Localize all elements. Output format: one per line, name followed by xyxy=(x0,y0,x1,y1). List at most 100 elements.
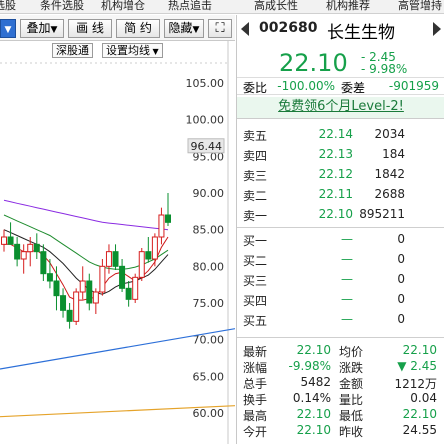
fullscreen-icon[interactable]: ⛶ xyxy=(208,19,232,38)
stock-name: 长生生物 xyxy=(327,23,395,43)
stat-value: 1212万 xyxy=(394,377,437,391)
order-row-sell3: 卖三 22.12 1842 xyxy=(237,165,444,185)
stats-divider xyxy=(237,337,444,338)
candle-body xyxy=(27,243,34,253)
level2-promo-link[interactable]: 免费领6个月Level-2! xyxy=(237,97,444,119)
next-stock-icon[interactable] xyxy=(433,22,441,36)
y-tick-label: 80.00 xyxy=(193,260,225,273)
weicha-value: -901959 xyxy=(388,79,439,93)
order-row-sell2: 卖二 22.11 2688 xyxy=(237,185,444,205)
hide-label: 隐藏 xyxy=(168,21,193,35)
stat-label: 涨跌 xyxy=(339,361,364,375)
candle-body xyxy=(99,265,106,293)
candle-body xyxy=(46,273,53,282)
order-price: 22.12 xyxy=(318,167,353,181)
order-label: 买二 xyxy=(243,254,268,268)
chevron-down-icon: ▼ xyxy=(50,25,58,35)
order-label: 卖四 xyxy=(243,149,268,163)
order-label: 买三 xyxy=(243,274,268,288)
price-summary: 22.10 - 2.45 - 9.98% xyxy=(237,43,444,77)
stats-row: 换手 0.14% 量比 0.04 xyxy=(237,391,444,407)
candle-body xyxy=(105,251,112,267)
order-row-buy5: 买五 — 0 xyxy=(237,310,444,330)
candle-body xyxy=(119,265,126,289)
hide-button[interactable]: 隐藏▼ xyxy=(164,19,204,38)
order-row-sell1: 卖一 22.10 895211 xyxy=(237,205,444,225)
current-price-label: 96.44 xyxy=(191,140,223,153)
chevron-down-icon: ▼ xyxy=(150,47,159,56)
chevron-down-icon: ▼ xyxy=(4,25,12,35)
y-tick-label: 60.00 xyxy=(193,407,225,420)
stat-label: 今开 xyxy=(243,425,268,439)
stat-label: 总手 xyxy=(243,377,268,391)
candle-body xyxy=(73,291,80,322)
order-price: — xyxy=(341,232,353,246)
candle-body xyxy=(145,251,152,260)
menu-item-gaochengzhang[interactable]: 高成长性 xyxy=(254,0,298,13)
order-price: — xyxy=(341,312,353,326)
order-label: 卖三 xyxy=(243,169,268,183)
candle-body xyxy=(79,280,86,293)
order-volume: 0 xyxy=(397,272,405,286)
order-volume: 2034 xyxy=(374,127,405,141)
order-price: — xyxy=(341,272,353,286)
order-label: 卖一 xyxy=(243,209,268,223)
kline-chart-area[interactable]: 105.00 100.00 95.00 90.00 85.00 80.00 75.00 70.… xyxy=(0,41,235,444)
stat-value: 5482 xyxy=(300,375,331,389)
top-menu-bar: 选股 条件选股 机构增仓 热点追击 高成长性 机构推荐 高管增持 xyxy=(0,0,444,14)
order-volume: 184 xyxy=(382,147,405,161)
stat-value: 22.10 xyxy=(296,407,331,421)
shenzhen-connect-button[interactable]: 深股通 xyxy=(52,43,93,58)
candle-body xyxy=(14,243,21,260)
prev-stock-icon[interactable] xyxy=(241,22,249,36)
current-price: 22.10 xyxy=(279,49,348,77)
stat-label: 昨收 xyxy=(339,425,364,439)
stat-value: 0.14% xyxy=(292,391,331,405)
order-price: 22.13 xyxy=(318,147,353,161)
stat-label: 最新 xyxy=(243,345,268,359)
candle-body xyxy=(112,251,119,267)
overlay-button[interactable]: 叠加▼ xyxy=(20,19,64,38)
candle-body xyxy=(53,280,60,297)
ma-setting-label: 设置均线 xyxy=(106,44,150,57)
stats-row: 最高 22.10 最低 22.10 xyxy=(237,407,444,423)
weicha-label: 委差 xyxy=(341,81,366,95)
order-price: — xyxy=(341,252,353,266)
candle-body xyxy=(132,276,139,300)
stat-value: 0.04 xyxy=(410,391,437,405)
menu-item-tiaojian[interactable]: 条件选股 xyxy=(40,0,84,13)
stat-value: 22.10 xyxy=(296,423,331,437)
order-volume: 0 xyxy=(397,312,405,326)
stats-row: 今开 22.10 昨收 24.55 xyxy=(237,423,444,439)
overlay-label: 叠加 xyxy=(26,21,51,35)
order-row-buy3: 买三 — 0 xyxy=(237,270,444,290)
ma-setting-button[interactable]: 设置均线 ▼ xyxy=(102,43,163,58)
kline-chart[interactable]: 105.00100.0095.0090.0085.0080.0075.0070.… xyxy=(0,41,235,444)
y-tick-label: 85.00 xyxy=(193,224,225,237)
stat-label: 最高 xyxy=(243,409,268,423)
stats-row: 总手 5482 金额 1212万 xyxy=(237,375,444,391)
stat-value: 24.55 xyxy=(402,423,437,437)
draw-line-button[interactable]: 画 线 xyxy=(68,19,112,38)
order-row-buy1: 买一 — 0 xyxy=(237,230,444,250)
y-tick-label: 105.00 xyxy=(186,77,225,90)
candle-body xyxy=(7,236,14,245)
stat-label: 最低 xyxy=(339,409,364,423)
order-ratio-row: 委比 -100.00% 委差 -901959 xyxy=(237,77,444,95)
menu-item-jigou-zengcang[interactable]: 机构增仓 xyxy=(101,0,145,13)
menu-item-xuangu[interactable]: 选股 xyxy=(0,0,16,13)
simple-mode-button[interactable]: 简 约 xyxy=(116,19,160,38)
menu-item-jigou-tuijian[interactable]: 机构推荐 xyxy=(326,0,370,13)
order-price: 22.11 xyxy=(318,187,353,201)
order-row-sell4: 卖四 22.13 184 xyxy=(237,145,444,165)
order-volume: 895211 xyxy=(359,207,405,221)
menu-item-gaoguan[interactable]: 高管增持 xyxy=(398,0,442,13)
toolbar-dropdown-button[interactable]: ▼ xyxy=(0,19,16,38)
y-tick-label: 100.00 xyxy=(186,114,225,127)
menu-item-redian[interactable]: 热点追击 xyxy=(168,0,212,13)
price-change-pct: - 9.98% xyxy=(361,62,408,76)
ma-line-ma60 xyxy=(3,199,169,231)
candle-body xyxy=(1,236,7,245)
order-price: 22.10 xyxy=(318,207,353,221)
stock-header: 002680 长生生物 xyxy=(237,17,444,43)
